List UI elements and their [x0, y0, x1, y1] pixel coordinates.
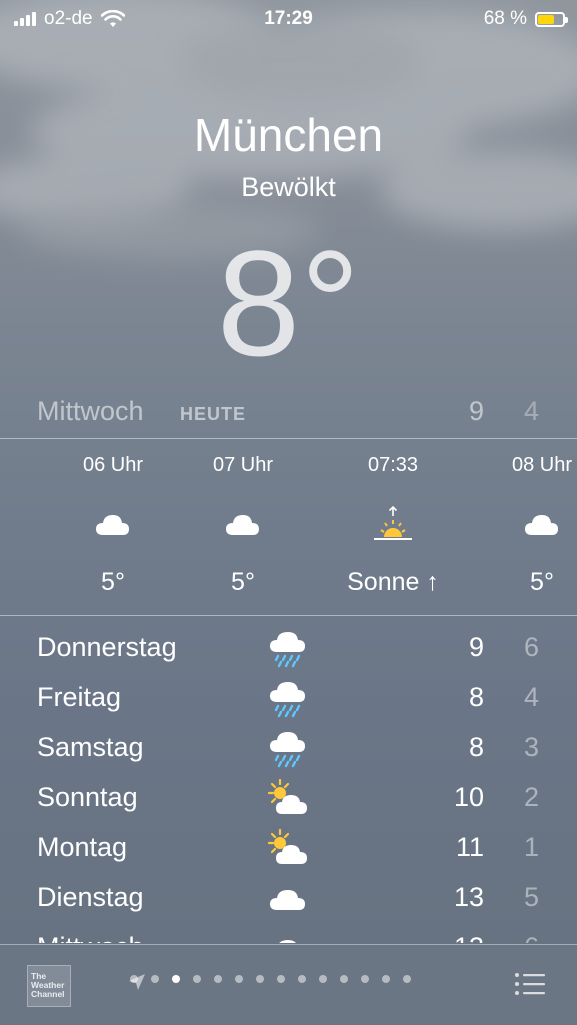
- day-low: 1: [523, 832, 539, 862]
- daily-row: Donnerstag 9 6: [0, 622, 577, 672]
- bottom-toolbar: The Weather Channel: [0, 944, 577, 1025]
- day-low: 3: [523, 732, 539, 762]
- partly-sunny-icon: [266, 826, 310, 870]
- day-low: 4: [523, 682, 539, 712]
- divider: [0, 615, 577, 616]
- page-dot[interactable]: [235, 975, 243, 983]
- today-row: Mittwoch HEUTE 9 4: [0, 392, 577, 432]
- cloud-icon: [93, 505, 133, 545]
- hour-value: 5°: [101, 568, 125, 596]
- hour-time: 07 Uhr: [212, 454, 274, 476]
- status-right: 68 %: [483, 8, 568, 30]
- hour-value: 5°: [231, 568, 255, 596]
- page-dot[interactable]: [214, 975, 222, 983]
- day-name: Donnerstag: [37, 632, 177, 662]
- page-dot[interactable]: [277, 975, 285, 983]
- logo-text: The Weather Channel: [31, 971, 65, 999]
- day-high: 9: [468, 632, 484, 662]
- day-high: 11: [455, 832, 484, 862]
- daily-row: Dienstag 13 5: [0, 872, 577, 922]
- day-high: 8: [468, 682, 484, 712]
- rain-cloud-icon: [266, 626, 310, 670]
- day-name: Mittwoch: [37, 932, 144, 943]
- daily-row: Mittwoch 13 6: [0, 922, 577, 943]
- day-high: 13: [454, 932, 484, 943]
- day-low: 2: [523, 782, 539, 812]
- daily-row: Samstag 8 3: [0, 722, 577, 772]
- page-dot[interactable]: [298, 975, 306, 983]
- page-dot[interactable]: [256, 975, 264, 983]
- day-high: 10: [453, 782, 484, 812]
- status-bar: o2-de 17:29 68 %: [0, 0, 577, 38]
- hour-value: Sonne ↑: [347, 568, 439, 596]
- sunrise-icon: [373, 505, 413, 545]
- page-dot[interactable]: [382, 975, 390, 983]
- list-icon[interactable]: [514, 971, 546, 997]
- hour-time: hr: [0, 454, 12, 477]
- hourly-forecast[interactable]: hr 06 Uhr 5° 07 Uhr 5° 07:33: [0, 440, 577, 616]
- daily-row: Freitag 8 4: [0, 672, 577, 722]
- battery-icon: [535, 11, 568, 27]
- hour-time: 06 Uhr: [82, 454, 144, 476]
- cloud-icon: [223, 505, 263, 545]
- day-name: Freitag: [37, 682, 122, 712]
- hour-time: 08 Uhr: [511, 454, 573, 476]
- rain-cloud-icon: [266, 726, 310, 770]
- battery-percent: 68 %: [483, 8, 527, 29]
- day-low: 6: [524, 932, 539, 943]
- today-low: 4: [523, 396, 539, 426]
- day-low: 5: [523, 882, 539, 912]
- page-dot[interactable]: [403, 975, 411, 983]
- day-low: 6: [523, 632, 539, 662]
- cloud-icon: [522, 505, 562, 545]
- today-label: HEUTE: [180, 404, 247, 424]
- page-dot[interactable]: [193, 975, 201, 983]
- cloud-icon: [266, 926, 310, 943]
- day-high: 13: [453, 882, 484, 912]
- rain-cloud-icon: [266, 676, 310, 720]
- hour-value: 5°: [530, 568, 554, 596]
- day-name: Montag: [37, 832, 128, 862]
- partly-sunny-icon: [266, 776, 310, 820]
- page-indicator[interactable]: [130, 975, 411, 983]
- daily-forecast[interactable]: Donnerstag 9 6 Freitag 8 4 Samstag 8 3 S…: [0, 618, 577, 943]
- daily-row: Sonntag 10 2: [0, 772, 577, 822]
- current-temperature: 8°: [216, 219, 361, 387]
- weather-channel-logo[interactable]: The Weather Channel: [27, 965, 71, 1007]
- today-day: Mittwoch: [37, 396, 144, 426]
- day-name: Dienstag: [37, 882, 144, 912]
- day-high: 8: [468, 732, 484, 762]
- page-dot[interactable]: [361, 975, 369, 983]
- cloud-icon: [266, 876, 310, 920]
- page-dot[interactable]: [151, 975, 159, 983]
- daily-row: Montag 11 1: [0, 822, 577, 872]
- hour-time: 07:33: [367, 454, 419, 476]
- page-dot[interactable]: [340, 975, 348, 983]
- weather-condition: Bewölkt: [241, 172, 336, 202]
- divider: [0, 438, 577, 439]
- today-high: 9: [468, 396, 484, 426]
- city-name: München: [193, 109, 384, 161]
- page-dot[interactable]: [319, 975, 327, 983]
- page-dot[interactable]: [130, 975, 138, 983]
- day-name: Sonntag: [37, 782, 138, 812]
- page-dot[interactable]: [172, 975, 180, 983]
- day-name: Samstag: [37, 732, 144, 762]
